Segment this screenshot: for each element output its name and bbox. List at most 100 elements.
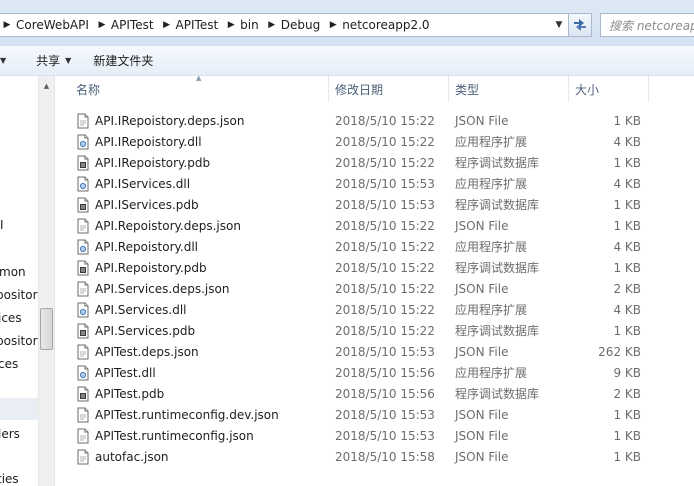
- file-type: JSON File: [455, 218, 509, 233]
- file-date: 2018/5/10 15:53: [335, 428, 435, 443]
- json-file-icon: [76, 428, 90, 444]
- file-date: 2018/5/10 15:22: [335, 323, 435, 338]
- table-row[interactable]: API.IRepoistory.deps.json 2018/5/10 15:22…: [70, 110, 670, 131]
- json-file-icon: [76, 113, 90, 129]
- column-header-type[interactable]: 类型: [449, 76, 569, 102]
- file-name: API.IServices.pdb: [95, 197, 199, 212]
- column-header-size[interactable]: 大小: [569, 76, 649, 102]
- table-row[interactable]: APITest.runtimeconfig.json 2018/5/10 15:5…: [70, 425, 670, 446]
- scrollbar-thumb[interactable]: [40, 308, 53, 350]
- breadcrumb-item[interactable]: ▶ Debug: [265, 14, 326, 36]
- file-size: 1 KB: [613, 323, 641, 338]
- table-row[interactable]: APITest.runtimeconfig.dev.json 2018/5/10 …: [70, 404, 670, 425]
- search-placeholder: 搜索 netcoreapp2.0: [609, 18, 694, 33]
- table-row[interactable]: autofac.json 2018/5/10 15:58 JSON File 1 KB: [70, 446, 670, 467]
- column-header-date[interactable]: 修改日期: [329, 76, 449, 102]
- table-row[interactable]: API.Services.pdb 2018/5/10 15:22 程序调试数据库 1 …: [70, 320, 670, 341]
- breadcrumb-item[interactable]: ▶ APITest: [160, 14, 225, 36]
- address-bar[interactable]: ▶ CoreWebAPI ▶ APITest ▶ APITest ▶ bin ▶…: [0, 13, 570, 37]
- file-date: 2018/5/10 15:53: [335, 197, 435, 212]
- nav-item[interactable]: ices: [0, 311, 22, 325]
- file-size: 1 KB: [613, 428, 641, 443]
- chevron-right-icon[interactable]: ▶: [224, 20, 238, 30]
- file-size: 1 KB: [613, 218, 641, 233]
- share-button[interactable]: 共享 ▼: [28, 50, 79, 72]
- file-name: API.IServices.dll: [95, 176, 191, 191]
- file-name-cell[interactable]: API.Repoistory.deps.json: [76, 215, 241, 236]
- file-name-cell[interactable]: APITest.dll: [76, 362, 156, 383]
- file-name-cell[interactable]: API.Services.deps.json: [76, 278, 229, 299]
- breadcrumb-item[interactable]: ▶ CoreWebAPI: [0, 14, 95, 36]
- chevron-right-icon[interactable]: ▶: [265, 20, 279, 30]
- file-name: APITest.runtimeconfig.dev.json: [95, 407, 279, 422]
- file-type: 应用程序扩展: [455, 240, 528, 254]
- search-input[interactable]: 搜索 netcoreapp2.0: [600, 13, 694, 37]
- chevron-right-icon[interactable]: ▶: [0, 20, 14, 30]
- address-dropdown-icon[interactable]: ▼: [551, 14, 567, 36]
- table-row[interactable]: APITest.deps.json 2018/5/10 15:53 JSON Fil…: [70, 341, 670, 362]
- table-row[interactable]: API.IRepoistory.dll 2018/5/10 15:22 应用程序扩展…: [70, 131, 670, 152]
- pdb-file-icon: [76, 197, 90, 213]
- chevron-right-icon[interactable]: ▶: [95, 20, 109, 30]
- file-name-cell[interactable]: API.IRepoistory.pdb: [76, 152, 210, 173]
- table-row[interactable]: API.Services.dll 2018/5/10 15:22 应用程序扩展 4 K…: [70, 299, 670, 320]
- file-name-cell[interactable]: API.Services.dll: [76, 299, 187, 320]
- dll-file-icon: [76, 176, 90, 192]
- navigation-pane: I mon pository ices pository ces lers ti…: [0, 76, 55, 486]
- file-name: API.IRepoistory.dll: [95, 134, 202, 149]
- breadcrumb-item[interactable]: ▶ netcoreapp2.0: [326, 14, 435, 36]
- column-header-name[interactable]: 名称: [70, 76, 329, 102]
- json-file-icon: [76, 218, 90, 234]
- table-row[interactable]: API.Repoistory.deps.json 2018/5/10 15:22 J…: [70, 215, 670, 236]
- file-name-cell[interactable]: API.IRepoistory.dll: [76, 131, 202, 152]
- file-name-cell[interactable]: API.IServices.dll: [76, 173, 190, 194]
- file-name-cell[interactable]: autofac.json: [76, 446, 169, 467]
- file-name-cell[interactable]: API.Repoistory.pdb: [76, 257, 207, 278]
- file-name-cell[interactable]: APITest.runtimeconfig.json: [76, 425, 254, 446]
- table-row[interactable]: API.Repoistory.dll 2018/5/10 15:22 应用程序扩展 4…: [70, 236, 670, 257]
- file-name-cell[interactable]: API.IServices.pdb: [76, 194, 199, 215]
- organize-caret-button[interactable]: ▼: [0, 50, 28, 72]
- file-type: JSON File: [455, 428, 509, 443]
- chevron-right-icon[interactable]: ▶: [326, 20, 340, 30]
- file-name-cell[interactable]: APITest.pdb: [76, 383, 164, 404]
- nav-scrollbar[interactable]: ▲: [38, 76, 54, 486]
- table-row[interactable]: API.IRepoistory.pdb 2018/5/10 15:22 程序调试数据…: [70, 152, 670, 173]
- file-name-cell[interactable]: API.Repoistory.dll: [76, 236, 198, 257]
- table-row[interactable]: APITest.dll 2018/5/10 15:56 应用程序扩展 9 KB: [70, 362, 670, 383]
- file-name-cell[interactable]: API.IRepoistory.deps.json: [76, 110, 244, 131]
- scroll-up-icon[interactable]: ▲: [39, 78, 54, 94]
- new-folder-button[interactable]: 新建文件夹: [85, 50, 161, 72]
- chevron-right-icon[interactable]: ▶: [160, 20, 174, 30]
- file-size: 1 KB: [613, 197, 641, 212]
- file-size: 1 KB: [613, 449, 641, 464]
- nav-item[interactable]: lers: [0, 427, 20, 441]
- nav-item[interactable]: I: [0, 218, 4, 232]
- nav-item[interactable]: ties: [0, 472, 19, 486]
- breadcrumb-item[interactable]: ▶ APITest: [95, 14, 160, 36]
- table-row[interactable]: APITest.pdb 2018/5/10 15:56 程序调试数据库 2 KB: [70, 383, 670, 404]
- file-date: 2018/5/10 15:58: [335, 449, 435, 464]
- file-date: 2018/5/10 15:56: [335, 386, 435, 401]
- nav-item[interactable]: mon: [0, 265, 26, 279]
- file-name: API.Repoistory.dll: [95, 239, 198, 254]
- table-row[interactable]: API.IServices.dll 2018/5/10 15:53 应用程序扩展 4 …: [70, 173, 670, 194]
- file-size: 1 KB: [613, 260, 641, 275]
- table-row[interactable]: API.IServices.pdb 2018/5/10 15:53 程序调试数据库 1…: [70, 194, 670, 215]
- file-name-cell[interactable]: API.Services.pdb: [76, 320, 195, 341]
- table-row[interactable]: API.Repoistory.pdb 2018/5/10 15:22 程序调试数据库…: [70, 257, 670, 278]
- file-name: APITest.runtimeconfig.json: [95, 428, 254, 443]
- dll-file-icon: [76, 365, 90, 381]
- file-type: 应用程序扩展: [455, 303, 528, 317]
- file-size: 2 KB: [613, 281, 641, 296]
- table-row[interactable]: API.Services.deps.json 2018/5/10 15:22 JSO…: [70, 278, 670, 299]
- file-type: 程序调试数据库: [455, 261, 540, 275]
- file-name-cell[interactable]: APITest.runtimeconfig.dev.json: [76, 404, 279, 425]
- nav-item[interactable]: ces: [0, 357, 18, 371]
- file-name-cell[interactable]: APITest.deps.json: [76, 341, 199, 362]
- breadcrumb-item[interactable]: ▶ bin: [224, 14, 265, 36]
- file-name: API.Repoistory.deps.json: [95, 218, 241, 233]
- file-list: ▲ 名称 修改日期 类型 大小 API.IRepoistory.deps.jso…: [56, 74, 694, 486]
- json-file-icon: [76, 407, 90, 423]
- refresh-button[interactable]: [568, 13, 592, 37]
